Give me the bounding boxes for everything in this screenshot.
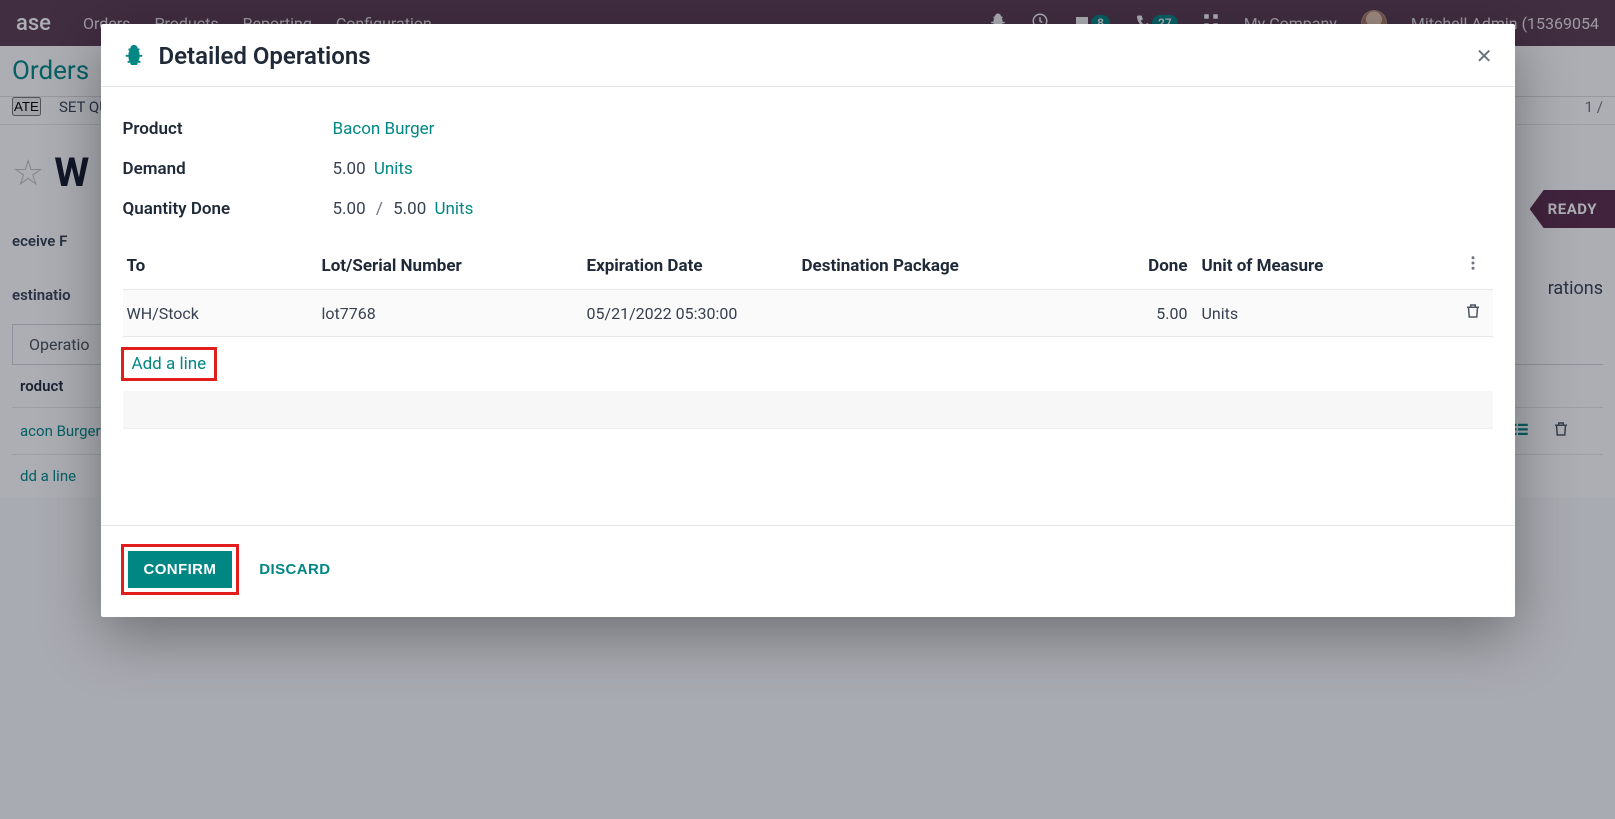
add-line-button[interactable]: Add a line [132,354,207,374]
operations-table: To Lot/Serial Number Expiration Date Des… [123,241,1493,429]
qdone-a: 5.00 [333,199,366,219]
discard-button[interactable]: DISCARD [259,561,330,578]
modal-overlay: Detailed Operations ✕ Product Bacon Burg… [0,0,1615,819]
cell-lot[interactable]: lot7768 [322,304,587,323]
quantity-done-label: Quantity Done [123,199,333,219]
modal-header: Detailed Operations ✕ [101,24,1515,87]
qdone-unit: Units [434,199,473,219]
cell-uom[interactable]: Units [1202,304,1422,323]
empty-row [123,391,1493,429]
demand-qty: 5.00 [333,159,366,179]
close-icon[interactable]: ✕ [1476,44,1493,68]
cell-done[interactable]: 5.00 [1072,304,1202,323]
cell-to[interactable]: WH/Stock [127,304,322,323]
add-line-highlight: Add a line [121,347,218,381]
th-pkg: Destination Package [802,256,1072,276]
th-done: Done [1072,256,1202,276]
modal: Detailed Operations ✕ Product Bacon Burg… [101,24,1515,617]
modal-body: Product Bacon Burger Demand 5.00 Units Q… [101,87,1515,525]
delete-line-icon[interactable] [1422,302,1482,324]
th-exp: Expiration Date [587,256,802,276]
th-lot: Lot/Serial Number [322,256,587,276]
column-options-icon[interactable] [1422,254,1482,277]
modal-title: Detailed Operations [159,42,371,70]
demand-unit: Units [374,159,413,179]
product-label: Product [123,119,333,139]
th-uom: Unit of Measure [1202,256,1422,276]
demand-label: Demand [123,159,333,179]
confirm-button[interactable]: CONFIRM [128,551,233,588]
product-value[interactable]: Bacon Burger [333,119,435,139]
bug-icon[interactable] [123,43,145,69]
cell-exp[interactable]: 05/21/2022 05:30:00 [587,304,802,323]
th-to: To [127,256,322,276]
modal-footer: CONFIRM DISCARD [101,525,1515,617]
confirm-highlight: CONFIRM [121,544,240,595]
qdone-b: 5.00 [393,199,426,219]
table-row[interactable]: WH/Stock lot7768 05/21/2022 05:30:00 5.0… [123,290,1493,337]
